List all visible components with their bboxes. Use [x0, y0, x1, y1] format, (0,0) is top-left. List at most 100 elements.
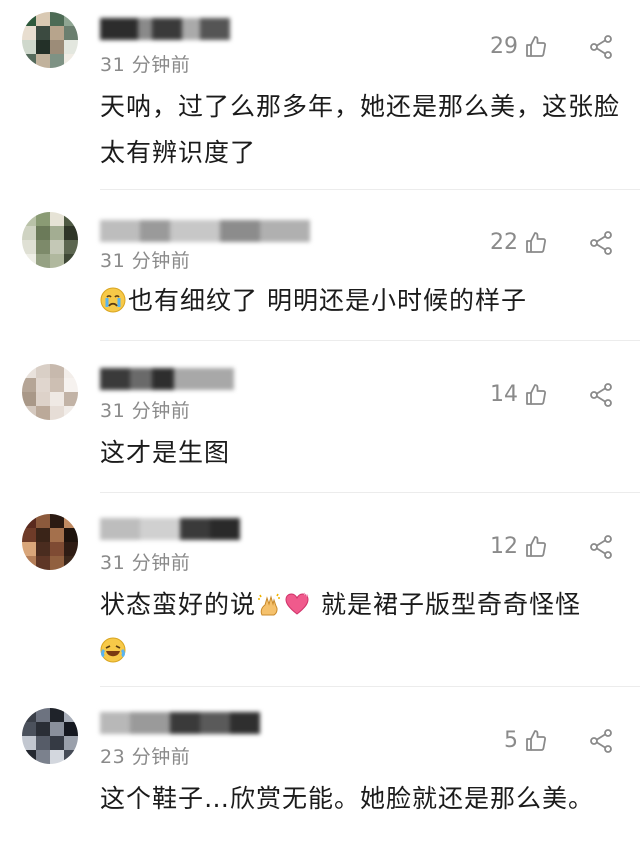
avatar-mosaic-block [36, 364, 50, 378]
avatar-mosaic-block [22, 556, 36, 570]
comment-text: 状态蛮好的说 就是裙子版型奇奇怪怪 [100, 582, 620, 674]
avatar-mosaic-block [22, 12, 36, 26]
avatar-mosaic-block [64, 528, 78, 542]
avatar[interactable] [22, 708, 78, 764]
avatar-mosaic-block [22, 708, 36, 722]
comment-time: 31 分钟前 [100, 54, 191, 76]
username-blurred[interactable] [100, 712, 260, 734]
like-button[interactable]: 22 [490, 230, 548, 255]
avatar-mosaic-block [64, 212, 78, 226]
avatar-mosaic-block [36, 12, 50, 26]
thumbs-up-icon [524, 535, 548, 559]
avatar-mosaic-block [36, 392, 50, 406]
like-button[interactable]: 29 [490, 34, 548, 59]
avatar-mosaic-block [36, 528, 50, 542]
like-button[interactable]: 5 [504, 728, 548, 753]
avatar-mosaic-block [50, 528, 64, 542]
avatar-mosaic-block [50, 392, 64, 406]
share-icon[interactable] [588, 34, 614, 60]
laughing-tears-icon [100, 632, 126, 663]
avatar-mosaic-block [64, 722, 78, 736]
avatar-mosaic-block [36, 406, 50, 420]
avatar[interactable] [22, 364, 78, 420]
avatar-mosaic-block [22, 226, 36, 240]
avatar-mosaic-block [64, 254, 78, 268]
avatar-mosaic-block [50, 378, 64, 392]
divider [100, 686, 640, 687]
avatar-mosaic-block [50, 542, 64, 556]
comment-item: 31 分钟前 14 这才是生图 [0, 342, 640, 493]
avatar-mosaic-block [22, 364, 36, 378]
like-button[interactable]: 12 [490, 534, 548, 559]
avatar-mosaic-block [22, 514, 36, 528]
thumbs-up-icon [524, 35, 548, 59]
avatar-mosaic-block [50, 254, 64, 268]
avatar-mosaic-block [50, 26, 64, 40]
username-blurred[interactable] [100, 18, 230, 40]
avatar-mosaic-block [50, 406, 64, 420]
comment-text-part2: 就是裙子版型奇奇怪怪 [312, 590, 581, 619]
avatar-mosaic-block [64, 364, 78, 378]
avatar-mosaic-block [64, 12, 78, 26]
thumbs-up-icon [524, 729, 548, 753]
username-blurred[interactable] [100, 518, 240, 540]
comment-time: 31 分钟前 [100, 552, 191, 574]
avatar-mosaic-block [36, 378, 50, 392]
share-icon[interactable] [588, 382, 614, 408]
avatar-mosaic-block [36, 542, 50, 556]
avatar[interactable] [22, 12, 78, 68]
avatar-mosaic-block [64, 750, 78, 764]
like-button[interactable]: 14 [490, 382, 548, 407]
comment-text-content: 也有细纹了 明明还是小时候的样子 [128, 286, 527, 315]
avatar-mosaic-block [36, 736, 50, 750]
avatar-mosaic-block [36, 40, 50, 54]
avatar-mosaic-block [22, 40, 36, 54]
username-blurred[interactable] [100, 368, 234, 390]
comment-item: 23 分钟前 5 这个鞋子…欣赏无能。她脸就还是那么美。 [0, 688, 640, 866]
share-icon[interactable] [588, 728, 614, 754]
username-blurred[interactable] [100, 220, 310, 242]
avatar[interactable] [22, 514, 78, 570]
avatar-mosaic-block [22, 240, 36, 254]
comment-text: 这个鞋子…欣赏无能。她脸就还是那么美。 [100, 784, 595, 813]
avatar-mosaic-block [64, 40, 78, 54]
divider [100, 492, 640, 493]
avatar-mosaic-block [36, 750, 50, 764]
comment-time: 23 分钟前 [100, 746, 191, 768]
like-count: 5 [504, 728, 518, 753]
avatar-mosaic-block [22, 542, 36, 556]
avatar-mosaic-block [64, 240, 78, 254]
avatar-mosaic-block [22, 722, 36, 736]
avatar-mosaic-block [22, 212, 36, 226]
share-icon[interactable] [588, 534, 614, 560]
avatar-mosaic-block [36, 240, 50, 254]
avatar-mosaic-block [22, 378, 36, 392]
thumbs-up-icon [524, 231, 548, 255]
avatar-mosaic-block [22, 528, 36, 542]
comment-item: 31 分钟前 12 状态蛮好的说 就是裙子版型奇奇怪怪 [0, 494, 640, 687]
avatar[interactable] [22, 212, 78, 268]
avatar-mosaic-block [50, 556, 64, 570]
avatar-mosaic-block [64, 26, 78, 40]
avatar-mosaic-block [64, 542, 78, 556]
avatar-mosaic-block [36, 226, 50, 240]
avatar-mosaic-block [22, 392, 36, 406]
avatar-mosaic-block [64, 708, 78, 722]
comment-text: 也有细纹了 明明还是小时候的样子 [100, 278, 620, 324]
avatar-mosaic-block [36, 708, 50, 722]
avatar-mosaic-block [50, 514, 64, 528]
avatar-mosaic-block [64, 556, 78, 570]
like-count: 14 [490, 382, 518, 407]
share-icon[interactable] [588, 230, 614, 256]
avatar-mosaic-block [64, 378, 78, 392]
comment-text-part1: 状态蛮好的说 [100, 590, 257, 619]
avatar-mosaic-block [36, 26, 50, 40]
comment-item: 31 分钟前 29 天呐，过了么那多年，她还是那么美，这张脸太有辨识度了 [0, 0, 640, 190]
avatar-mosaic-block [22, 54, 36, 68]
avatar-mosaic-block [50, 12, 64, 26]
like-count: 22 [490, 230, 518, 255]
avatar-mosaic-block [50, 736, 64, 750]
avatar-mosaic-block [64, 514, 78, 528]
comment-text: 天呐，过了么那多年，她还是那么美，这张脸太有辨识度了 [100, 92, 621, 167]
crying-face-icon [100, 282, 126, 313]
